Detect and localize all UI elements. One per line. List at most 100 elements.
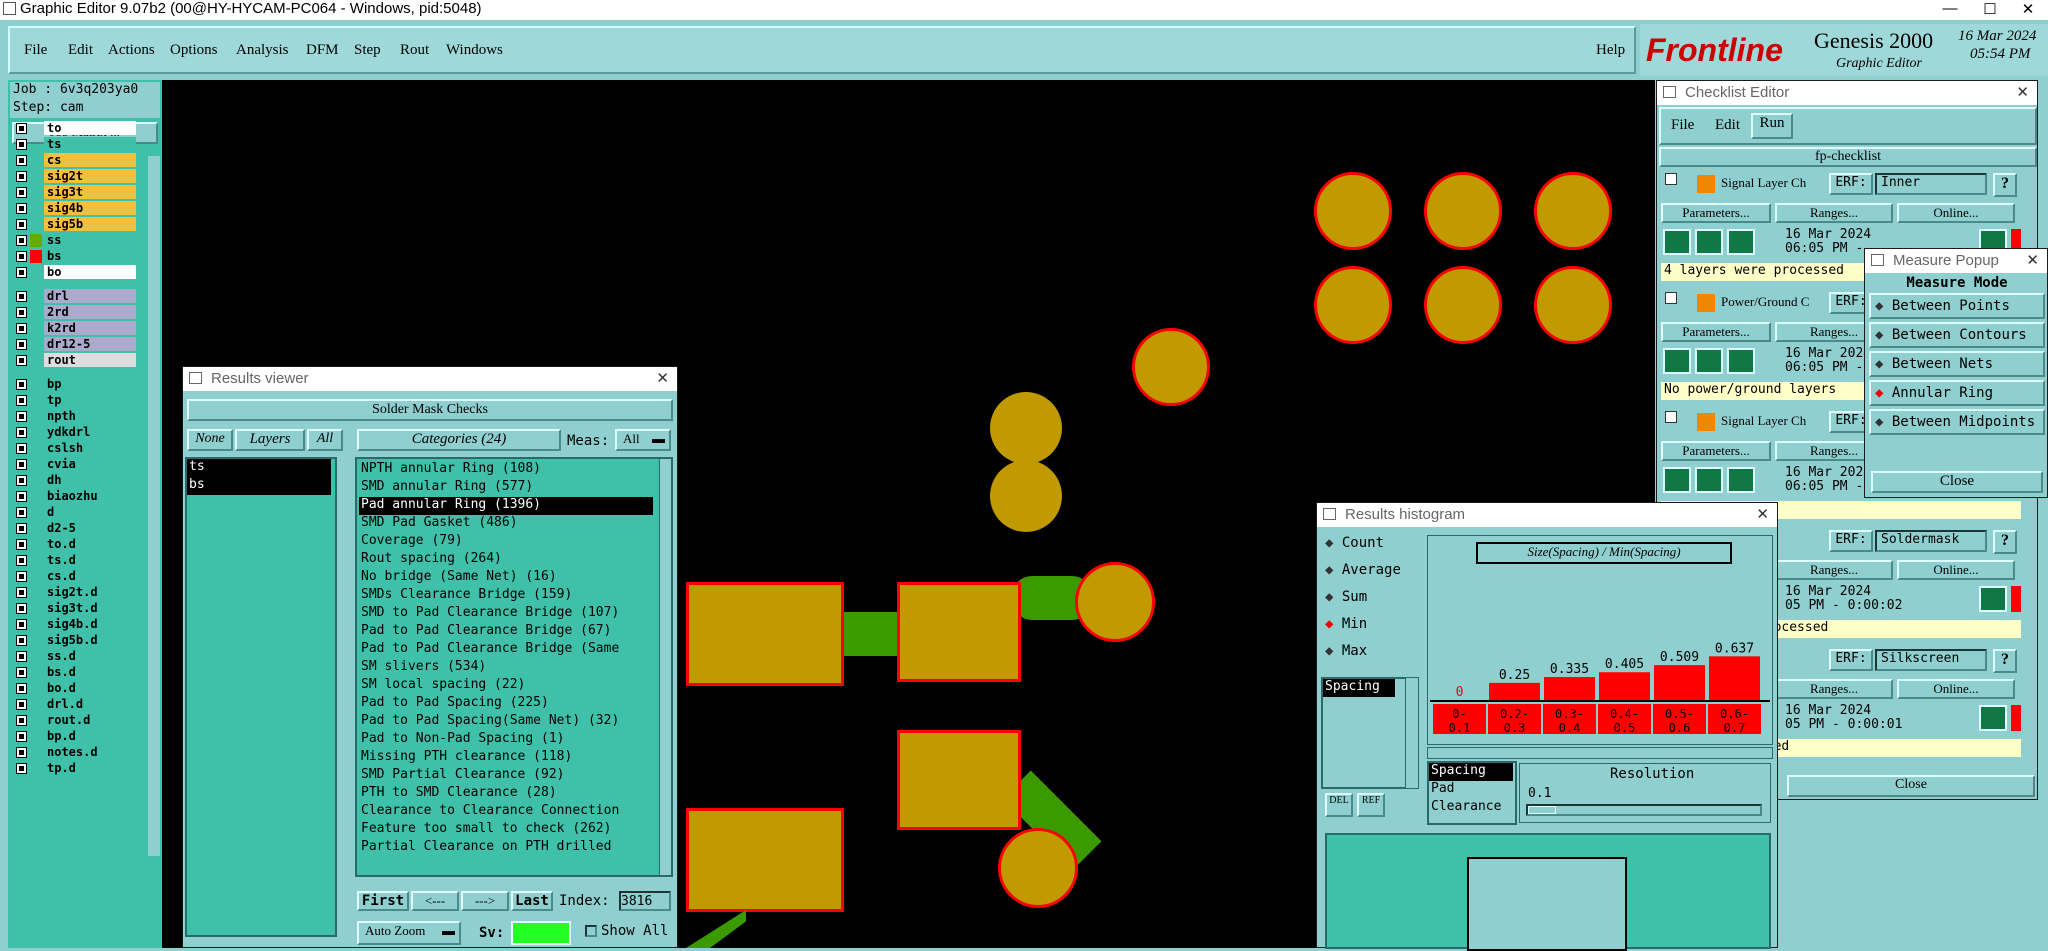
zoom-icon[interactable] (1979, 705, 2007, 731)
layer-row[interactable]: bo (16, 265, 136, 280)
menu-actions[interactable]: Actions (108, 42, 155, 59)
layer-row[interactable]: dr12-5 (16, 337, 136, 352)
minimize-button[interactable]: — (1930, 0, 1970, 20)
category-item[interactable]: Pad to Pad Clearance Bridge (Same (359, 641, 653, 659)
checklist-menu-run[interactable]: Run (1751, 113, 1793, 139)
layers-button[interactable]: Layers (235, 429, 305, 451)
layer-checkbox[interactable] (16, 355, 27, 366)
layer-row[interactable]: cs.d (16, 569, 136, 584)
layer-row[interactable]: sig5b (16, 217, 136, 232)
category-item[interactable]: Partial Clearance on PTH drilled (359, 839, 653, 857)
layer-row[interactable]: sig4b (16, 201, 136, 216)
histogram-bar[interactable] (1544, 677, 1595, 700)
layer-checkbox[interactable] (16, 635, 27, 646)
help-button[interactable]: ? (1993, 173, 2017, 197)
layer-row[interactable]: tp.d (16, 761, 136, 776)
category-item[interactable]: No bridge (Same Net) (16) (359, 569, 653, 587)
measure-close-button[interactable]: Close (1871, 471, 2043, 493)
layer-checkbox[interactable] (16, 187, 27, 198)
menu-step[interactable]: Step (354, 42, 381, 59)
results-icon[interactable] (1727, 348, 1755, 374)
row-checkbox[interactable] (1665, 411, 1677, 423)
layer-row[interactable]: sig4b.d (16, 617, 136, 632)
menu-rout[interactable]: Rout (400, 42, 429, 59)
checklist-menu-file[interactable]: File (1671, 117, 1694, 134)
layer-checkbox[interactable] (16, 539, 27, 550)
measure-mode-option[interactable]: ◆ Annular Ring (1869, 380, 2045, 406)
checklist-close-button[interactable]: Close (1787, 775, 2035, 797)
measure-mode-option[interactable]: ◆ Between Nets (1869, 351, 2045, 377)
menu-help[interactable]: Help (1596, 42, 1625, 59)
layer-checkbox[interactable] (16, 411, 27, 422)
layer-row[interactable]: notes.d (16, 745, 136, 760)
axis-field-pad[interactable]: Pad (1429, 781, 1515, 799)
menu-options[interactable]: Options (170, 42, 218, 59)
layer-checkbox[interactable] (16, 507, 27, 518)
erf-value[interactable]: Silkscreen (1875, 649, 1987, 671)
category-item[interactable]: Feature too small to check (262) (359, 821, 653, 839)
results-icon[interactable] (1727, 467, 1755, 493)
stat-option[interactable]: ◆ Sum (1325, 589, 1425, 611)
layer-checkbox[interactable] (16, 619, 27, 630)
layer-checkbox[interactable] (16, 155, 27, 166)
layer-checkbox[interactable] (16, 715, 27, 726)
measure-mode-option[interactable]: ◆ Between Midpoints (1869, 409, 2045, 435)
category-item[interactable]: Pad to Pad Spacing(Same Net) (32) (359, 713, 653, 731)
layer-row[interactable]: npth (16, 409, 136, 424)
checklist-close-icon[interactable]: ✕ (2016, 81, 2029, 105)
layer-scrollbar[interactable] (148, 156, 160, 856)
zoom-icon[interactable] (1979, 586, 2007, 612)
measure-mode-option[interactable]: ◆ Between Contours (1869, 322, 2045, 348)
layer-checkbox[interactable] (16, 251, 27, 262)
erf-value[interactable]: Inner (1875, 173, 1987, 195)
layer-row[interactable]: bs (16, 249, 136, 264)
categories-scrollbar[interactable] (659, 459, 671, 875)
show-icon[interactable] (1695, 348, 1723, 374)
category-item[interactable]: SM local spacing (22) (359, 677, 653, 695)
axis-field-spacing[interactable]: Spacing (1429, 763, 1513, 781)
layer-row[interactable]: drl (16, 289, 136, 304)
run-icon[interactable] (1663, 467, 1691, 493)
ranges-button[interactable]: Ranges... (1775, 679, 1893, 699)
category-item[interactable]: SM slivers (534) (359, 659, 653, 677)
layer-row[interactable]: ss.d (16, 649, 136, 664)
layer-row[interactable]: sig3t (16, 185, 136, 200)
category-item[interactable]: Pad to Non-Pad Spacing (1) (359, 731, 653, 749)
layer-row[interactable]: biaozhu (16, 489, 136, 504)
show-all-checkbox[interactable] (585, 925, 597, 937)
stat-option[interactable]: ◆ Average (1325, 562, 1425, 584)
layer-row[interactable]: drl.d (16, 697, 136, 712)
category-item[interactable]: SMDs Clearance Bridge (159) (359, 587, 653, 605)
layer-checkbox[interactable] (16, 379, 27, 390)
histogram-bar[interactable] (1709, 656, 1760, 700)
measure-mode-option[interactable]: ◆ Between Points (1869, 293, 2045, 319)
layer-checkbox[interactable] (16, 603, 27, 614)
layer-row[interactable]: bp (16, 377, 136, 392)
layer-row[interactable]: ydkdrl (16, 425, 136, 440)
maximize-button[interactable]: ☐ (1970, 0, 2010, 20)
layer-checkbox[interactable] (16, 443, 27, 454)
stat-option[interactable]: ◆ Min (1325, 616, 1425, 638)
online-button[interactable]: Online... (1897, 679, 2015, 699)
menu-dfm[interactable]: DFM (306, 42, 339, 59)
slider-thumb[interactable] (1528, 806, 1556, 814)
histogram-bar[interactable] (1654, 665, 1705, 700)
layer-row[interactable]: k2rd (16, 321, 136, 336)
erf-value[interactable]: Soldermask (1875, 530, 1987, 552)
category-item[interactable]: PTH to SMD Clearance (28) (359, 785, 653, 803)
layer-row[interactable]: tp (16, 393, 136, 408)
layer-row[interactable]: to.d (16, 537, 136, 552)
show-icon[interactable] (1695, 467, 1723, 493)
online-button[interactable]: Online... (1897, 560, 2015, 580)
layer-checkbox[interactable] (16, 307, 27, 318)
results-viewer-close-icon[interactable]: ✕ (656, 367, 669, 391)
layer-row[interactable]: 2rd (16, 305, 136, 320)
layer-checkbox[interactable] (16, 683, 27, 694)
layer-checkbox[interactable] (16, 747, 27, 758)
category-item[interactable]: Clearance to Clearance Connection (359, 803, 653, 821)
layer-row[interactable]: d (16, 505, 136, 520)
layer-checkbox[interactable] (16, 555, 27, 566)
category-item[interactable]: SMD Pad Gasket (486) (359, 515, 653, 533)
category-item[interactable]: NPTH annular Ring (108) (359, 461, 653, 479)
menu-windows[interactable]: Windows (446, 42, 503, 59)
